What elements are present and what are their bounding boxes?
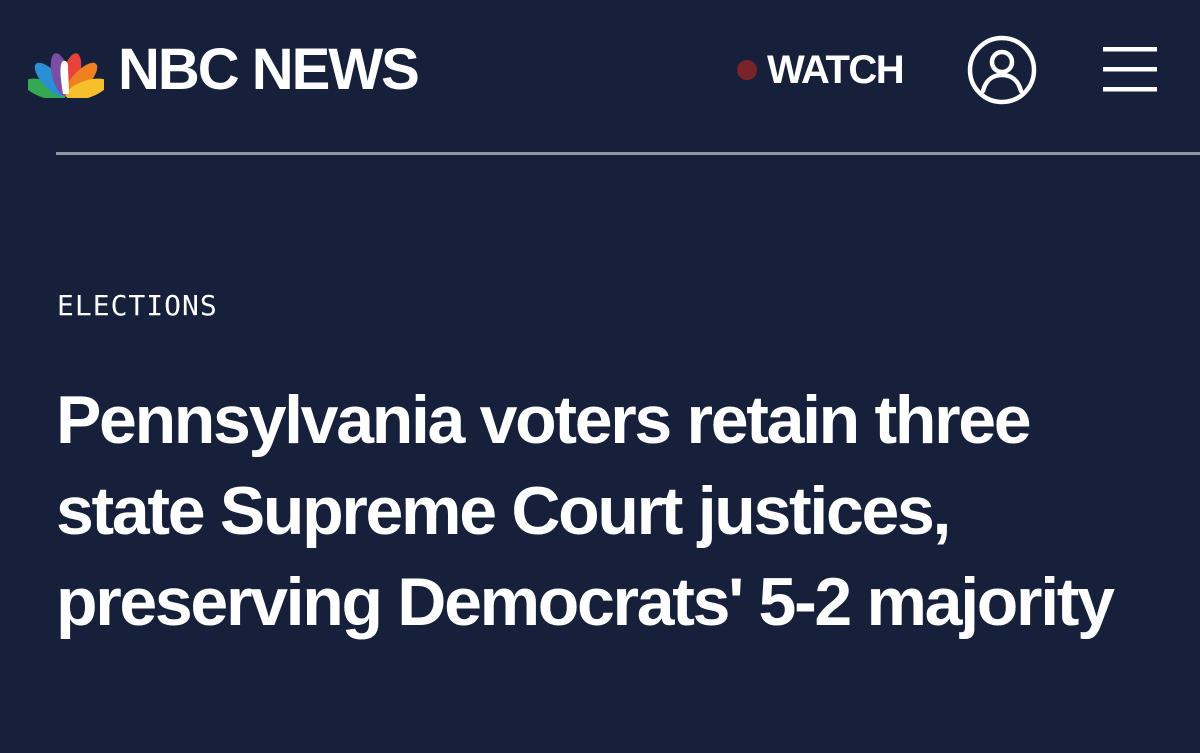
- article-headline: Pennsylvania voters retain three state S…: [56, 382, 1115, 640]
- watch-live-button[interactable]: WATCH: [737, 46, 905, 94]
- hamburger-menu-icon[interactable]: [1100, 44, 1160, 96]
- nbc-news-logo[interactable]: NBC NEWS: [28, 37, 420, 102]
- live-dot-icon: [737, 60, 757, 80]
- watch-label: WATCH: [767, 48, 905, 92]
- site-header: NBC NEWS WATCH: [0, 0, 1200, 155]
- nbc-peacock-icon: [28, 53, 104, 98]
- brand-wordmark: NBC NEWS: [118, 37, 420, 102]
- section-label[interactable]: ELECTIONS: [57, 289, 218, 323]
- header-divider: [56, 152, 1200, 155]
- user-account-icon[interactable]: [966, 34, 1038, 106]
